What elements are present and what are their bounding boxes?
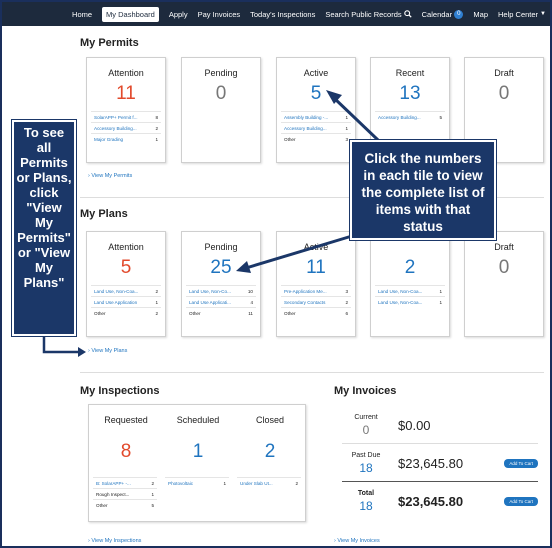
callout-click-numbers: Click the numbers in each tile to view t… <box>349 139 497 241</box>
annotation-arrows <box>42 90 380 357</box>
callout-view-all-permits-plans: To see all Permits or Plans, click "View… <box>11 119 77 337</box>
